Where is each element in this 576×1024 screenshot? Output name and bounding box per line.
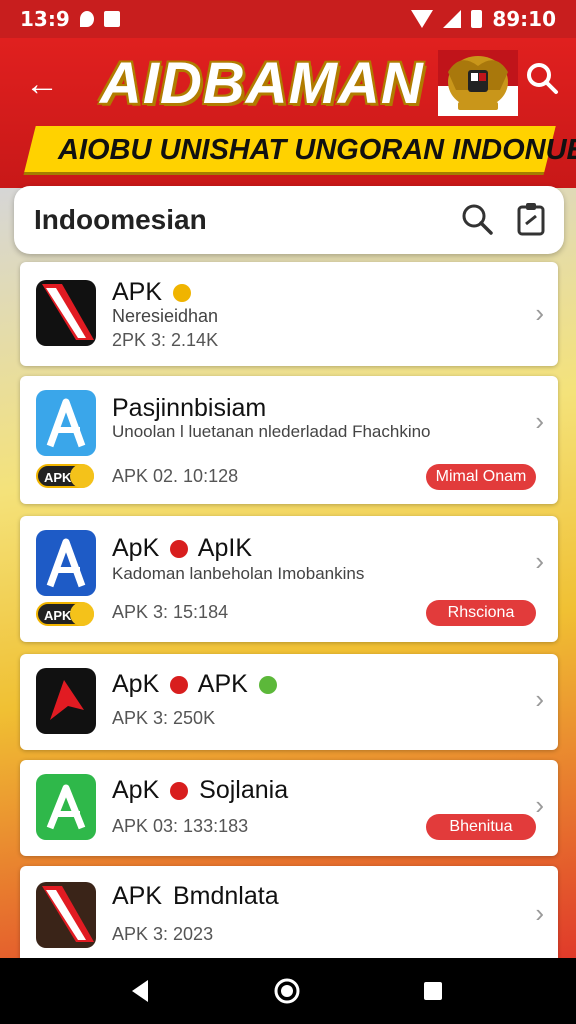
list-item[interactable]: ApK APK APK 3: 250K › — [20, 654, 558, 750]
app-subtitle: Kadoman lanbeholan Imobankins — [112, 564, 365, 583]
app-icon-brown — [36, 882, 96, 948]
search-card: Indoomesian — [14, 186, 564, 254]
app-header: ← AIDBAMAN AIOBU UNISHAT UNGORAN INDONUE… — [0, 38, 576, 188]
app-meta: APK 3: 15:184 — [112, 602, 229, 622]
nav-back-icon[interactable] — [126, 976, 156, 1006]
chevron-right-icon: › — [535, 684, 544, 714]
status-bar: 13:9 89:10 — [0, 0, 576, 38]
search-icon[interactable] — [460, 202, 494, 236]
battery-icon — [471, 10, 483, 28]
system-nav-bar — [0, 958, 576, 1024]
gold-badge-icon — [172, 284, 191, 303]
app-name: APK — [112, 278, 195, 307]
red-badge-icon — [170, 540, 189, 559]
chevron-right-icon: › — [535, 406, 544, 436]
app-meta: APK 3: 2023 — [112, 924, 214, 944]
red-badge-icon — [170, 782, 189, 801]
action-button[interactable]: Rhsciona — [426, 600, 536, 626]
app-icon-dark — [36, 280, 96, 346]
app-meta: APK 3: 250K — [112, 708, 216, 728]
notification-icon — [79, 11, 94, 27]
app-icon-green-a — [36, 774, 96, 840]
chevron-right-icon: › — [535, 898, 544, 928]
green-badge-icon — [258, 676, 277, 695]
signal-icon — [443, 10, 462, 28]
clipboard-icon[interactable] — [516, 202, 546, 236]
chevron-right-icon: › — [535, 298, 544, 328]
app-name: ApK Sojlania — [112, 776, 289, 804]
search-title: Indoomesian — [34, 204, 207, 235]
red-badge-icon — [170, 676, 189, 695]
status-time: 13:9 — [20, 7, 70, 31]
status-left: 13:9 — [20, 7, 120, 31]
nav-home-icon[interactable] — [272, 976, 302, 1006]
list-item[interactable]: APK Bmdnlata APK 3: 2023 › — [20, 866, 558, 966]
status-clock: 89:10 — [492, 7, 556, 31]
header-search-icon[interactable] — [524, 60, 560, 96]
status-right: 89:10 — [411, 7, 556, 31]
action-button[interactable]: Bhenitua — [426, 814, 536, 840]
app-meta: APK 02. 10:128 — [112, 466, 239, 486]
brand-title: AIDBAMAN — [100, 51, 424, 116]
list-item[interactable]: Pasjinnbisiam Unoolan l luetanan nlederl… — [20, 376, 558, 504]
list-item[interactable]: APK Neresieidhan 2PK 3: 2.14K › — [20, 262, 558, 366]
app-subtitle: Neresieidhan — [112, 306, 219, 326]
app-name: APK Bmdnlata — [112, 882, 279, 910]
apk-badge: APK — [36, 602, 94, 626]
chevron-right-icon: › — [535, 546, 544, 576]
nav-recents-icon[interactable] — [418, 976, 448, 1006]
list-item[interactable]: ApK Sojlania APK 03: 133:183 Bhenitua › — [20, 760, 558, 856]
chevron-right-icon: › — [535, 790, 544, 820]
apk-badge: APK — [36, 464, 94, 488]
app-icon-blue-a — [36, 390, 96, 456]
app-name: ApK APK — [112, 670, 281, 699]
app-name: ApK ApIK — [112, 534, 252, 562]
image-notification-icon — [103, 11, 120, 27]
back-arrow-icon[interactable]: ← — [22, 64, 62, 104]
list-item[interactable]: ApK ApIK Kadoman lanbeholan Imobankins A… — [20, 516, 558, 642]
app-subtitle: Unoolan l luetanan nlederladad Fhachkino — [112, 422, 431, 441]
app-meta: 2PK 3: 2.14K — [112, 330, 219, 350]
app-icon-navy-a — [36, 530, 96, 596]
app-name: Pasjinnbisiam — [112, 394, 267, 422]
wifi-icon — [411, 10, 434, 28]
action-button[interactable]: Mimal Onam — [426, 464, 536, 490]
banner-text: AIOBU UNISHAT UNGORAN INDONUESIIA! — [58, 134, 576, 166]
app-icon-red-play — [36, 668, 96, 734]
app-meta: APK 03: 133:183 — [112, 816, 249, 836]
emblem-icon — [438, 50, 518, 116]
